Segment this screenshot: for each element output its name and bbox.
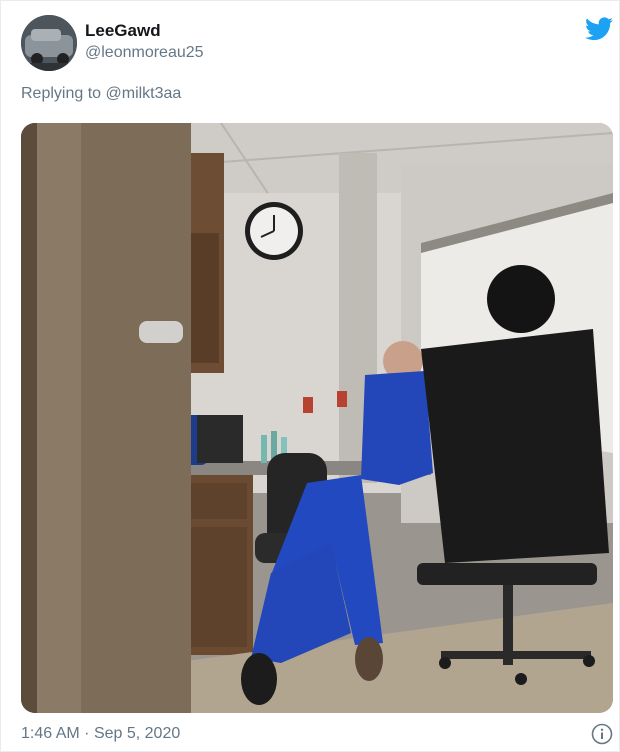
avatar-image [21,15,77,71]
display-name[interactable]: LeeGawd [85,21,161,41]
replying-to: Replying to @milkt3aa [21,85,181,103]
tweet-date: Sep 5, 2020 [93,725,181,742]
tweet-timestamp[interactable]: 1:46 AM · Sep 5, 2020 [21,725,180,743]
office-photo [21,123,613,713]
tweet-photo[interactable] [21,123,613,713]
replying-prefix: Replying to [21,85,102,102]
user-handle[interactable]: @leonmoreau25 [85,44,204,62]
timestamp-separator: · [84,725,90,742]
avatar[interactable] [21,15,77,71]
mention-link[interactable]: @milkt3aa [106,85,182,102]
tweet-card: LeeGawd @leonmoreau25 Replying to @milkt… [0,0,620,752]
tweet-time: 1:46 AM [21,725,80,742]
twitter-bird-icon[interactable] [585,17,613,41]
info-icon[interactable] [591,723,613,745]
